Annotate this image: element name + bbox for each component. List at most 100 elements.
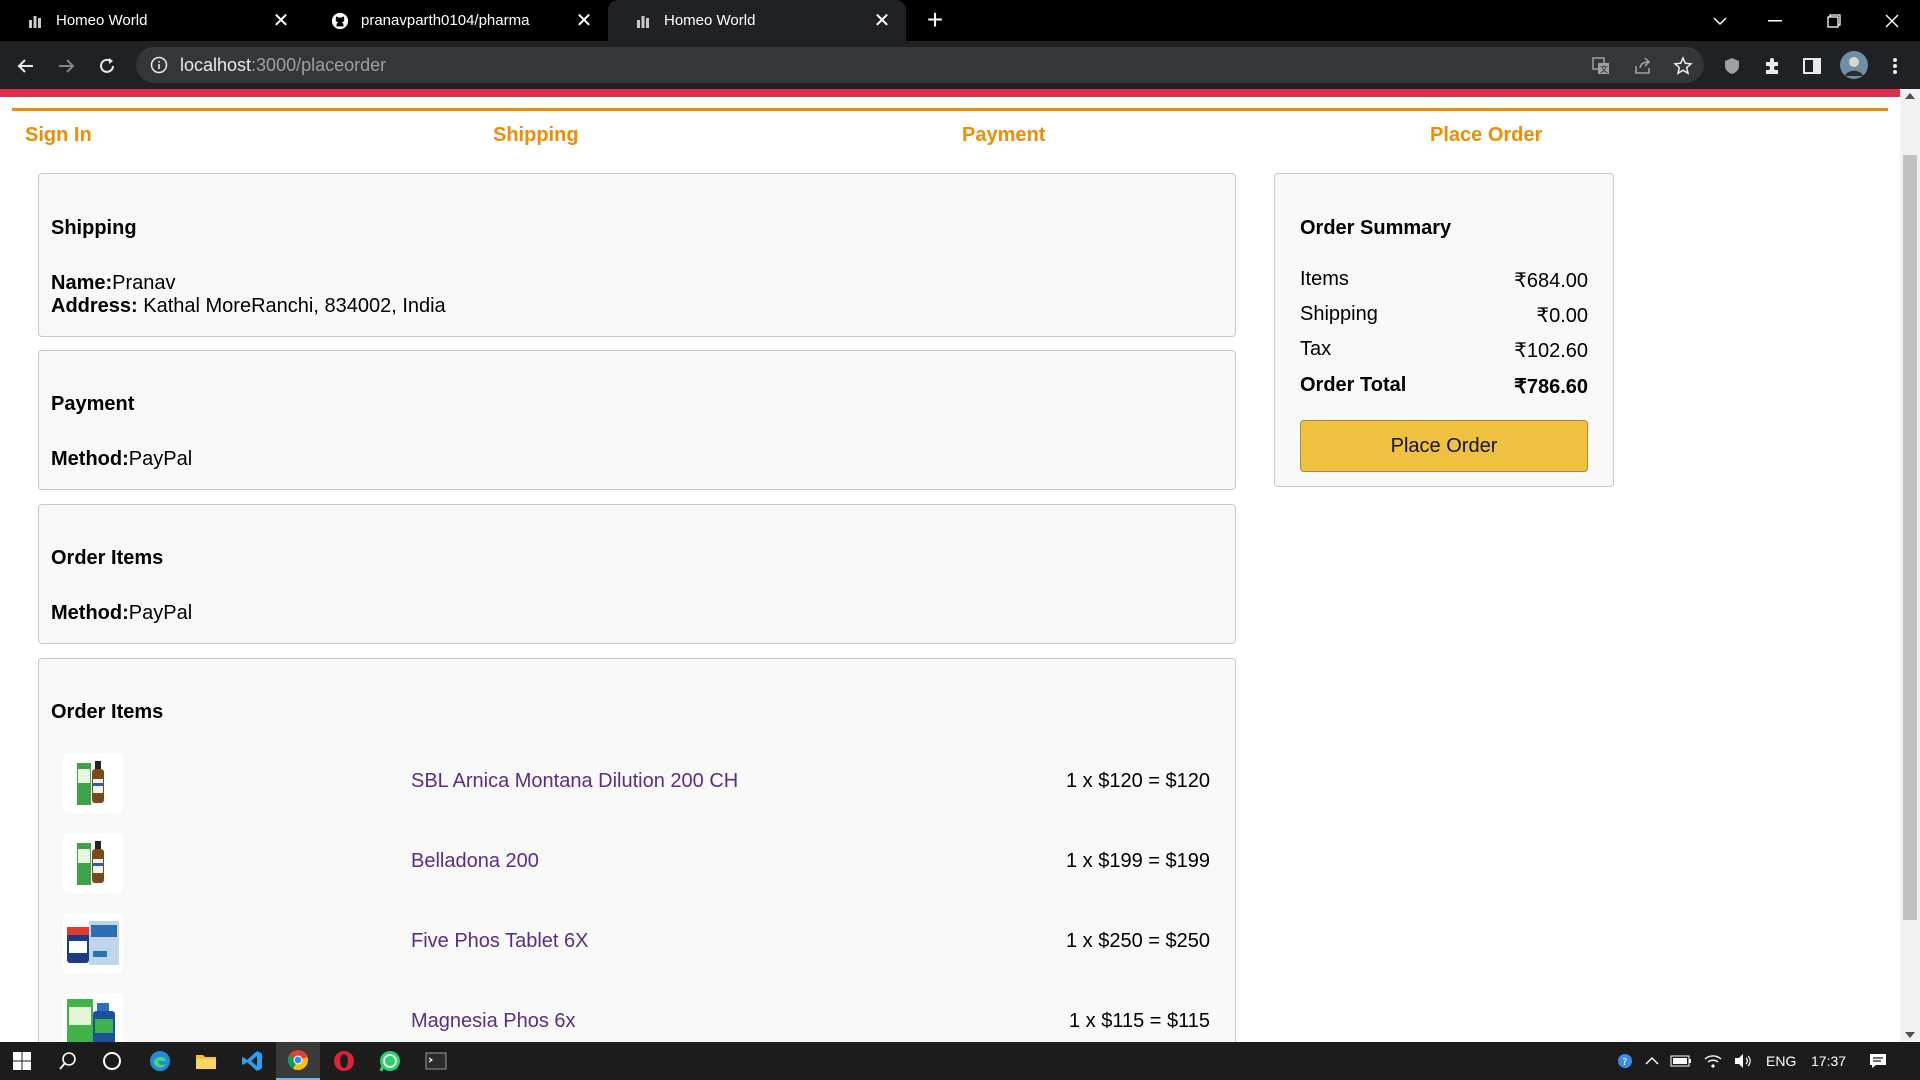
product-price-line: 1 x $120 = $120 bbox=[1065, 770, 1210, 792]
clock[interactable]: 17:37 bbox=[1811, 1053, 1846, 1069]
volume-icon[interactable] bbox=[1728, 1042, 1758, 1080]
order-items-method-card: Order Items Method:PayPal bbox=[38, 504, 1236, 644]
payment-method-line: Method:PayPal bbox=[51, 448, 192, 471]
summary-label: Order Total bbox=[1300, 374, 1407, 396]
tab-title: Homeo World bbox=[56, 12, 148, 29]
product-image bbox=[63, 753, 123, 813]
bars-icon bbox=[26, 12, 44, 30]
cortana-circle-icon[interactable] bbox=[90, 1042, 134, 1080]
file-explorer-icon[interactable] bbox=[184, 1042, 228, 1080]
summary-value: ₹786.60 bbox=[1514, 376, 1588, 398]
page-scrollbar[interactable] bbox=[1900, 89, 1920, 1042]
language-indicator[interactable]: ENG bbox=[1766, 1053, 1796, 1069]
order-items-list-card: Order Items SBL Arnica Montana Dilution … bbox=[38, 658, 1236, 1042]
order-items-method-line: Method:PayPal bbox=[51, 602, 192, 625]
product-price-line: 1 x $199 = $199 bbox=[1065, 850, 1210, 872]
back-arrow-icon[interactable] bbox=[10, 50, 42, 82]
windows-taskbar: ? ENG 17:37 bbox=[0, 1042, 1920, 1080]
browser-toolbar: localhost:3000/placeorder 文 bbox=[0, 41, 1920, 89]
shipping-card: Shipping Name:Pranav Address: Kathal Mor… bbox=[38, 173, 1236, 337]
terminal-icon[interactable] bbox=[414, 1042, 458, 1080]
browser-tab-3-active[interactable]: Homeo World ✕ bbox=[608, 0, 906, 41]
info-icon[interactable] bbox=[150, 56, 168, 74]
checkout-steps-line bbox=[12, 108, 1888, 111]
step-sign-in[interactable]: Sign In bbox=[25, 124, 92, 147]
tray-chevron-up-icon[interactable] bbox=[1640, 1042, 1664, 1080]
order-item-row: SBL Arnica Montana Dilution 200 CH 1 x $… bbox=[39, 748, 1235, 818]
wifi-icon[interactable] bbox=[1698, 1042, 1728, 1080]
kebab-menu-icon[interactable] bbox=[1882, 53, 1908, 79]
windows-start-icon[interactable] bbox=[0, 1042, 44, 1080]
order-items-list-heading: Order Items bbox=[51, 701, 164, 723]
shield-icon[interactable] bbox=[1719, 53, 1745, 79]
order-summary-heading: Order Summary bbox=[1300, 217, 1452, 239]
extensions-puzzle-icon[interactable] bbox=[1759, 53, 1785, 79]
shipping-address-line: Address: Kathal MoreRanchi, 834002, Indi… bbox=[51, 295, 446, 318]
reload-icon[interactable] bbox=[91, 50, 123, 82]
summary-row-items: Items ₹684.00 bbox=[1300, 268, 1588, 293]
chrome-icon[interactable] bbox=[276, 1042, 320, 1080]
step-shipping[interactable]: Shipping bbox=[493, 124, 579, 147]
product-link[interactable]: Five Phos Tablet 6X bbox=[411, 930, 589, 953]
product-link[interactable]: SBL Arnica Montana Dilution 200 CH bbox=[411, 770, 738, 793]
product-link[interactable]: Magnesia Phos 6x bbox=[411, 1010, 576, 1033]
close-icon[interactable]: ✕ bbox=[572, 9, 596, 33]
name-value: Pranav bbox=[112, 272, 176, 294]
step-place-order[interactable]: Place Order bbox=[1430, 124, 1542, 147]
battery-icon[interactable] bbox=[1666, 1042, 1696, 1080]
summary-row-tax: Tax ₹102.60 bbox=[1300, 338, 1588, 363]
url-path: :3000/placeorder bbox=[251, 54, 387, 75]
forward-arrow-icon[interactable] bbox=[50, 50, 82, 82]
method-label: Method: bbox=[51, 602, 129, 624]
tab-search-chevron-icon[interactable] bbox=[1692, 0, 1747, 41]
share-icon[interactable] bbox=[1630, 53, 1656, 79]
restore-button[interactable] bbox=[1806, 0, 1861, 41]
browser-tab-bar: Homeo World ✕ pranavparth0104/pharma ✕ H… bbox=[0, 0, 1920, 41]
product-link[interactable]: Belladona 200 bbox=[411, 850, 539, 873]
whatsapp-icon[interactable] bbox=[368, 1042, 412, 1080]
name-label: Name: bbox=[51, 272, 113, 294]
order-summary-card: Order Summary Items ₹684.00 Shipping ₹0.… bbox=[1274, 173, 1614, 487]
payment-heading: Payment bbox=[51, 393, 135, 415]
scroll-up-arrow-icon[interactable] bbox=[1905, 93, 1915, 99]
vscode-icon[interactable] bbox=[230, 1042, 274, 1080]
url-text: localhost:3000/placeorder bbox=[180, 55, 386, 76]
page-viewport: Sign In Shipping Payment Place Order Shi… bbox=[0, 89, 1900, 1042]
opera-icon[interactable] bbox=[322, 1042, 366, 1080]
close-icon[interactable]: ✕ bbox=[269, 9, 293, 33]
new-tab-button[interactable]: + bbox=[920, 6, 950, 36]
order-item-row: Magnesia Phos 6x 1 x $115 = $115 bbox=[39, 988, 1235, 1042]
summary-value: ₹102.60 bbox=[1514, 340, 1588, 362]
address-label: Address: bbox=[51, 295, 138, 317]
payment-card: Payment Method:PayPal bbox=[38, 350, 1236, 490]
summary-row-shipping: Shipping ₹0.00 bbox=[1300, 303, 1588, 328]
step-payment[interactable]: Payment bbox=[962, 124, 1045, 147]
window-close-button[interactable] bbox=[1864, 0, 1919, 41]
profile-avatar[interactable] bbox=[1838, 49, 1870, 81]
side-panel-icon[interactable] bbox=[1799, 53, 1825, 79]
browser-tab-1[interactable]: Homeo World ✕ bbox=[0, 0, 305, 41]
product-price-line: 1 x $115 = $115 bbox=[1068, 1010, 1210, 1032]
shipping-name-line: Name:Pranav bbox=[51, 272, 176, 295]
bookmark-star-icon[interactable] bbox=[1670, 53, 1696, 79]
scrollbar-thumb[interactable] bbox=[1903, 155, 1917, 920]
address-bar[interactable]: localhost:3000/placeorder bbox=[136, 47, 1704, 83]
bars-icon bbox=[634, 12, 652, 30]
method-value: PayPal bbox=[128, 602, 193, 624]
summary-value: ₹684.00 bbox=[1514, 270, 1588, 292]
minimize-button[interactable] bbox=[1747, 0, 1802, 41]
order-item-row: Five Phos Tablet 6X 1 x $250 = $250 bbox=[39, 908, 1235, 978]
help-icon[interactable]: ? bbox=[1612, 1042, 1638, 1080]
scroll-down-arrow-icon[interactable] bbox=[1905, 1032, 1915, 1038]
browser-tab-2[interactable]: pranavparth0104/pharma ✕ bbox=[305, 0, 608, 41]
notification-center-icon[interactable] bbox=[1856, 1042, 1900, 1080]
svg-text:文: 文 bbox=[1600, 64, 1608, 74]
search-icon[interactable] bbox=[46, 1042, 90, 1080]
place-order-button[interactable]: Place Order bbox=[1300, 420, 1588, 472]
method-value: PayPal bbox=[128, 448, 193, 470]
close-icon[interactable]: ✕ bbox=[870, 9, 894, 33]
github-icon bbox=[331, 12, 349, 30]
translate-icon[interactable]: 文 bbox=[1588, 53, 1614, 79]
summary-label: Shipping bbox=[1300, 303, 1378, 325]
edge-browser-icon[interactable] bbox=[138, 1042, 182, 1080]
